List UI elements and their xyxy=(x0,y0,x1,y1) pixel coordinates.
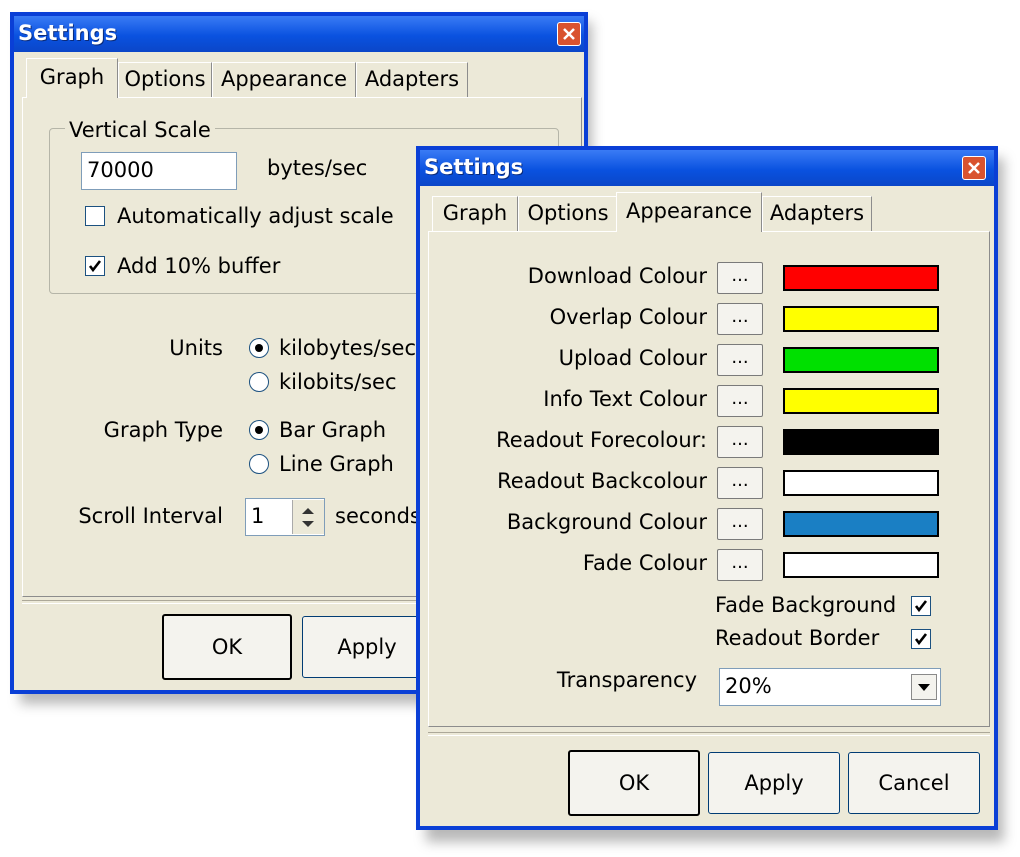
front-close-button[interactable] xyxy=(962,156,986,180)
readout-backcolour-swatch xyxy=(783,470,939,496)
vertical-scale-label: Vertical Scale xyxy=(65,118,215,142)
back-window-title: Settings xyxy=(18,21,118,45)
readout-border-label: Readout Border xyxy=(715,626,880,650)
units-kilobytes-label: kilobytes/sec xyxy=(279,336,417,360)
overlap-colour-browse-button[interactable]: ... xyxy=(717,303,763,335)
front-tab-panel: Download Colour ... Overlap Colour ... U… xyxy=(428,231,990,727)
upload-colour-label: Upload Colour xyxy=(558,346,707,370)
back-ok-button[interactable]: OK xyxy=(162,614,292,680)
back-apply-button[interactable]: Apply xyxy=(302,616,432,678)
vertical-scale-unit: bytes/sec xyxy=(267,156,368,180)
units-kilobits-label: kilobits/sec xyxy=(279,370,397,394)
bar-graph-label: Bar Graph xyxy=(279,418,386,442)
checkmark-icon xyxy=(914,633,928,646)
download-colour-swatch xyxy=(783,265,939,291)
front-tab-graph[interactable]: Graph xyxy=(432,196,518,232)
transparency-select[interactable]: 20% xyxy=(719,668,941,706)
fade-background-label: Fade Background xyxy=(715,593,897,617)
overlap-colour-label: Overlap Colour xyxy=(549,305,707,329)
transparency-value: 20% xyxy=(725,674,772,698)
back-tab-options[interactable]: Options xyxy=(118,62,212,98)
chevron-down-icon xyxy=(918,684,930,691)
scroll-interval-unit: seconds xyxy=(335,504,421,528)
background-colour-label: Background Colour xyxy=(506,510,707,534)
background-colour-browse-button[interactable]: ... xyxy=(717,508,763,540)
checkmark-icon xyxy=(914,600,928,613)
front-button-separator xyxy=(428,732,990,736)
transparency-label: Transparency xyxy=(556,668,697,692)
line-graph-radio[interactable] xyxy=(249,454,269,474)
back-close-button[interactable] xyxy=(557,22,581,46)
front-tab-appearance[interactable]: Appearance xyxy=(616,192,762,232)
scroll-interval-label: Scroll Interval xyxy=(78,504,223,528)
front-window-title: Settings xyxy=(424,155,524,179)
upload-colour-swatch xyxy=(783,347,939,373)
add-buffer-label: Add 10% buffer xyxy=(117,254,281,278)
front-ok-button[interactable]: OK xyxy=(568,750,700,816)
front-title-bar: Settings xyxy=(420,150,994,186)
background-colour-swatch xyxy=(783,511,939,537)
scroll-interval-spinner[interactable] xyxy=(292,500,324,534)
transparency-dropdown-button[interactable] xyxy=(911,674,937,700)
close-icon xyxy=(968,162,980,174)
readout-border-checkbox[interactable] xyxy=(911,629,931,649)
back-tab-appearance[interactable]: Appearance xyxy=(212,62,356,98)
download-colour-label: Download Colour xyxy=(527,264,707,288)
info-text-colour-browse-button[interactable]: ... xyxy=(717,385,763,417)
front-settings-window: Settings Graph Options Appearance Adapte… xyxy=(416,146,998,830)
units-label: Units xyxy=(169,336,223,360)
graph-type-label: Graph Type xyxy=(103,418,223,442)
readout-backcolour-label: Readout Backcolour xyxy=(497,469,707,493)
fade-colour-swatch xyxy=(783,552,939,578)
back-title-bar: Settings xyxy=(14,16,584,52)
fade-background-checkbox[interactable] xyxy=(911,596,931,616)
spin-arrows-icon xyxy=(302,508,314,527)
info-text-colour-label: Info Text Colour xyxy=(543,387,707,411)
readout-forecolour-label: Readout Forecolour: xyxy=(496,428,707,452)
add-buffer-checkbox[interactable] xyxy=(85,256,105,276)
checkmark-icon xyxy=(88,260,102,273)
front-tab-options[interactable]: Options xyxy=(518,196,618,232)
download-colour-browse-button[interactable]: ... xyxy=(717,262,763,294)
readout-forecolour-browse-button[interactable]: ... xyxy=(717,426,763,458)
close-icon xyxy=(563,28,575,40)
front-cancel-button[interactable]: Cancel xyxy=(848,752,980,814)
info-text-colour-swatch xyxy=(783,388,939,414)
readout-backcolour-browse-button[interactable]: ... xyxy=(717,467,763,499)
line-graph-label: Line Graph xyxy=(279,452,394,476)
back-tab-adapters[interactable]: Adapters xyxy=(356,62,468,98)
units-kilobytes-radio[interactable] xyxy=(249,338,269,358)
fade-colour-browse-button[interactable]: ... xyxy=(717,549,763,581)
vertical-scale-input[interactable]: 70000 xyxy=(81,152,237,190)
fade-colour-label: Fade Colour xyxy=(582,551,707,575)
units-kilobits-radio[interactable] xyxy=(249,372,269,392)
auto-adjust-checkbox[interactable] xyxy=(85,206,105,226)
overlap-colour-swatch xyxy=(783,306,939,332)
upload-colour-browse-button[interactable]: ... xyxy=(717,344,763,376)
bar-graph-radio[interactable] xyxy=(249,420,269,440)
front-tab-adapters[interactable]: Adapters xyxy=(762,196,872,232)
back-tab-graph[interactable]: Graph xyxy=(26,58,118,98)
front-apply-button[interactable]: Apply xyxy=(708,752,840,814)
readout-forecolour-swatch xyxy=(783,429,939,455)
auto-adjust-label: Automatically adjust scale xyxy=(117,204,394,228)
